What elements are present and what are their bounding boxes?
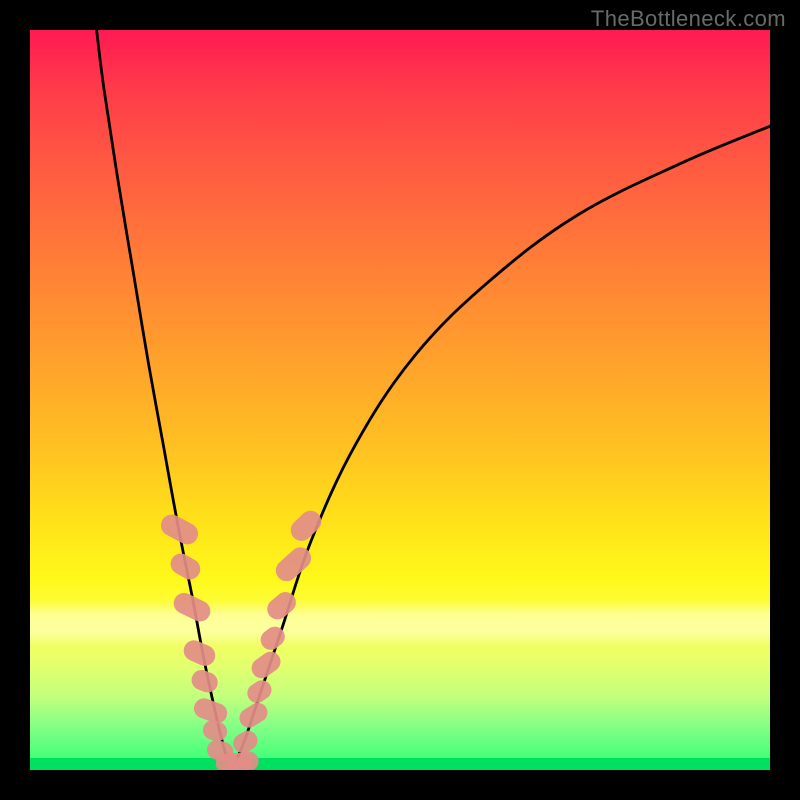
highlight-marker bbox=[286, 506, 325, 545]
highlight-marker bbox=[180, 637, 218, 669]
plot-area bbox=[30, 30, 770, 770]
watermark-text: TheBottleneck.com bbox=[591, 6, 786, 32]
highlight-marker bbox=[170, 589, 214, 624]
highlight-marker bbox=[200, 718, 229, 744]
highlight-marker bbox=[238, 752, 259, 771]
highlight-marker bbox=[189, 667, 221, 696]
chart-stage: TheBottleneck.com bbox=[0, 0, 800, 800]
highlight-marker bbox=[257, 623, 289, 654]
highlight-marker bbox=[230, 727, 261, 756]
highlight-marker bbox=[263, 588, 300, 624]
highlight-marker bbox=[157, 511, 202, 548]
highlight-marker bbox=[248, 648, 285, 682]
highlight-marker bbox=[271, 543, 315, 586]
marker-layer bbox=[30, 30, 770, 770]
highlight-marker bbox=[236, 699, 271, 731]
marker-group bbox=[157, 506, 326, 770]
highlight-marker bbox=[244, 677, 276, 707]
highlight-marker bbox=[167, 550, 204, 583]
